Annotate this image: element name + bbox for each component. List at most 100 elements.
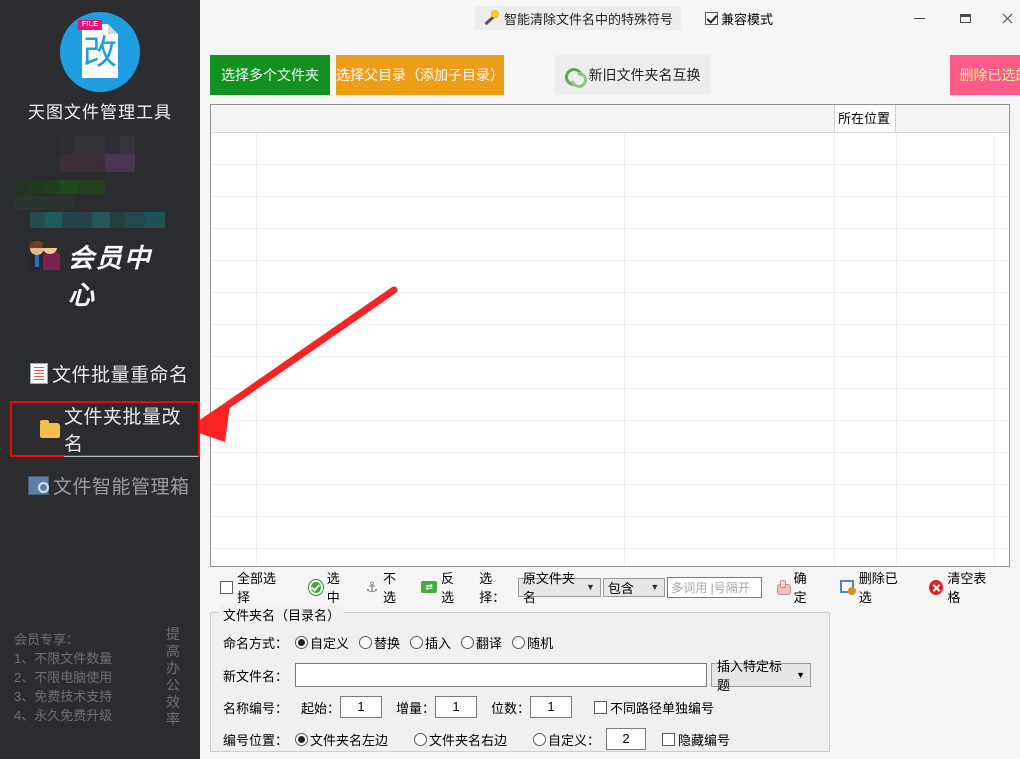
invert-icon: ⇄ — [421, 581, 438, 593]
table-header-cell[interactable] — [624, 105, 834, 132]
table-row[interactable] — [211, 261, 1009, 293]
hide-number-checkbox[interactable]: 隐藏编号 — [662, 730, 730, 749]
radio-icon — [295, 732, 308, 746]
deselect-button[interactable]: ⚓ 不选 — [365, 568, 407, 606]
sidebar-item-smart-box[interactable]: 文件智能管理箱 — [0, 457, 200, 513]
magic-wand-icon — [483, 10, 498, 26]
table-header-cell[interactable] — [211, 105, 256, 132]
naming-mode-option-random[interactable]: 随机 — [512, 633, 553, 652]
compat-mode-label: 兼容模式 — [721, 12, 774, 27]
table-row[interactable] — [211, 165, 1009, 197]
table-row[interactable] — [211, 517, 1009, 549]
promo-item: 2、不限电脑使用 — [14, 670, 113, 685]
select-parent-dir-button[interactable]: 选择父目录（添加子目录） — [336, 55, 504, 95]
check-circle-icon — [308, 579, 323, 595]
radio-icon — [533, 732, 547, 746]
sidebar-nav: 文件批量重命名 文件夹批量改名 文件智能管理箱 — [0, 345, 200, 513]
number-position-custom[interactable]: 自定义： — [533, 730, 600, 749]
minimize-button[interactable] — [896, 0, 942, 37]
sidebar-item-folder-rename[interactable]: 文件夹批量改名 — [10, 401, 200, 457]
promo-item: 4、永久免费升级 — [14, 708, 113, 723]
redacted-block-3 — [15, 196, 75, 210]
custom-position-input[interactable]: 2 — [606, 728, 647, 750]
maximize-button[interactable] — [942, 0, 988, 37]
start-input[interactable]: 1 — [340, 696, 383, 718]
naming-mode-option-translate[interactable]: 翻译 — [461, 633, 502, 652]
option-label: 插入 — [425, 636, 452, 651]
selection-toolbar: 全部选择 选中 ⚓ 不选 ⇄ 反选 选择： 原文件夹名 ▼ 包含 ▼ 多词用 |… — [210, 568, 1010, 606]
delete-selected-button[interactable]: 删除已选 — [839, 568, 908, 606]
select-field-dropdown[interactable]: 原文件夹名 ▼ — [517, 571, 601, 605]
promo-item: 3、免费技术支持 — [14, 689, 113, 704]
close-button[interactable] — [984, 0, 1020, 37]
match-mode-dropdown[interactable]: 包含 ▼ — [602, 577, 666, 597]
table-row[interactable] — [211, 325, 1009, 357]
hide-number-label: 隐藏编号 — [678, 732, 731, 748]
checkbox-icon — [705, 12, 718, 25]
table-body[interactable] — [211, 133, 1009, 566]
chevron-down-icon: ▼ — [585, 582, 595, 592]
delete-selected-folders-button[interactable]: 删除已选的文件夹 — [950, 55, 1020, 95]
number-position-right[interactable]: 文件夹名右边 — [414, 730, 507, 749]
compat-mode-checkbox[interactable]: 兼容模式 — [705, 9, 773, 28]
keyword-placeholder: 多词用 |号隔开 — [671, 580, 750, 595]
select-multiple-folders-button[interactable]: 选择多个文件夹 — [210, 55, 330, 95]
folder-name-panel-title: 文件夹名（目录名） — [219, 605, 345, 624]
table-row[interactable] — [211, 293, 1009, 325]
app-window: 改 FILE REN 天图文件管理工具 会员中心 文件批量重命名 文件夹批量改名… — [0, 0, 1020, 759]
swap-names-button[interactable]: 新旧文件夹名互换 — [555, 55, 710, 95]
promo-vertical-text: 提高办公效率 — [166, 626, 180, 727]
sidebar-item-file-rename[interactable]: 文件批量重命名 — [0, 345, 200, 401]
clean-special-chars-button[interactable]: 智能清除文件名中的特殊符号 — [475, 6, 682, 30]
step-label: 增量： — [396, 700, 436, 716]
new-name-input[interactable] — [295, 663, 707, 687]
invert-selection-button[interactable]: ⇄ 反选 — [421, 568, 465, 606]
table-header-cell[interactable] — [256, 105, 624, 132]
checkbox-icon — [220, 580, 233, 594]
promo-text: 会员专享： 1、不限文件数量 2、不限电脑使用 3、免费技术支持 4、永久免费升… — [14, 630, 112, 725]
members-icon — [28, 240, 62, 270]
digits-input[interactable]: 1 — [530, 696, 573, 718]
select-field-value: 原文件夹名 — [522, 571, 575, 605]
table-row[interactable] — [211, 389, 1009, 421]
member-center-button[interactable]: 会员中心 — [28, 236, 178, 311]
naming-mode-option-replace[interactable]: 替换 — [359, 633, 400, 652]
clear-table-selection-button[interactable]: 清空表格 — [929, 568, 996, 606]
select-checked-label: 选中 — [326, 571, 340, 605]
table-header-cell-location[interactable]: 所在位置 — [834, 105, 896, 132]
naming-mode-option-insert[interactable]: 插入 — [410, 633, 451, 652]
naming-mode-row: 命名方式： 自定义 替换 插入 翻译 随机 — [223, 633, 563, 652]
confirm-button[interactable]: 确定 — [776, 568, 818, 606]
deselect-label: 不选 — [382, 571, 396, 605]
select-all-checkbox[interactable]: 全部选择 — [220, 568, 285, 606]
table-row[interactable] — [211, 421, 1009, 453]
table-row[interactable] — [211, 133, 1009, 165]
table-row[interactable] — [211, 549, 1009, 566]
table-header-cell[interactable] — [896, 105, 1009, 132]
naming-mode-option-custom[interactable]: 自定义 — [295, 633, 349, 652]
table-row[interactable] — [211, 485, 1009, 517]
table-row[interactable] — [211, 453, 1009, 485]
promo-item: 1、不限文件数量 — [14, 651, 113, 666]
anchor-icon: ⚓ — [365, 578, 379, 595]
confirm-label: 确定 — [793, 571, 807, 605]
table-row[interactable] — [211, 357, 1009, 389]
keyword-input[interactable]: 多词用 |号隔开 — [667, 576, 762, 598]
separate-path-number-label: 不同路径单独编号 — [610, 700, 715, 716]
table-row[interactable] — [211, 229, 1009, 261]
sidebar-item-label: 文件批量重命名 — [52, 364, 189, 386]
redacted-block-4 — [30, 212, 165, 228]
select-checked-button[interactable]: 选中 — [308, 568, 351, 606]
table-row[interactable] — [211, 197, 1009, 229]
close-circle-icon — [929, 579, 944, 595]
number-position-left[interactable]: 文件夹名左边 — [295, 730, 388, 749]
separate-path-number-checkbox[interactable]: 不同路径单独编号 — [594, 698, 714, 717]
member-center-label: 会员中心 — [68, 244, 153, 311]
folders-table[interactable]: 所在位置 — [210, 104, 1010, 567]
insert-title-value: 插入特定标题 — [717, 659, 783, 693]
start-label: 起始： — [301, 700, 341, 716]
logo-badge: FILE REN — [78, 20, 102, 38]
insert-title-dropdown[interactable]: 插入特定标题 ▼ — [711, 659, 811, 693]
folder-name-panel: 文件夹名（目录名） 命名方式： 自定义 替换 插入 翻译 随机 新文件名： 插入… — [210, 605, 830, 752]
step-input[interactable]: 1 — [435, 696, 478, 718]
